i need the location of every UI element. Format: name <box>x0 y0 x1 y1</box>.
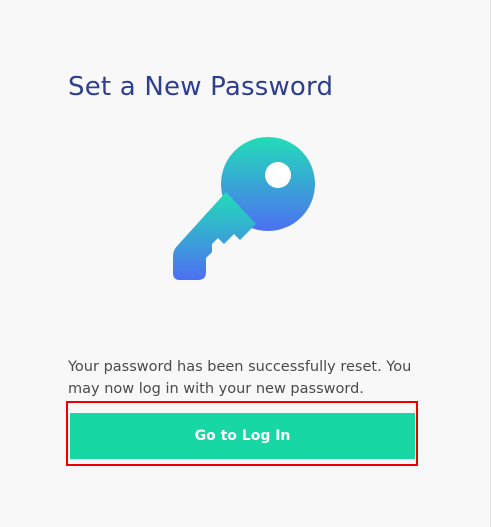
success-message: Your password has been successfully rese… <box>68 359 412 397</box>
page-title: Set a New Password <box>68 72 334 102</box>
password-reset-page: Set a New Password Your password has bee… <box>0 0 491 527</box>
go-to-login-button[interactable]: Go to Log In <box>70 413 415 459</box>
key-icon <box>168 132 318 287</box>
